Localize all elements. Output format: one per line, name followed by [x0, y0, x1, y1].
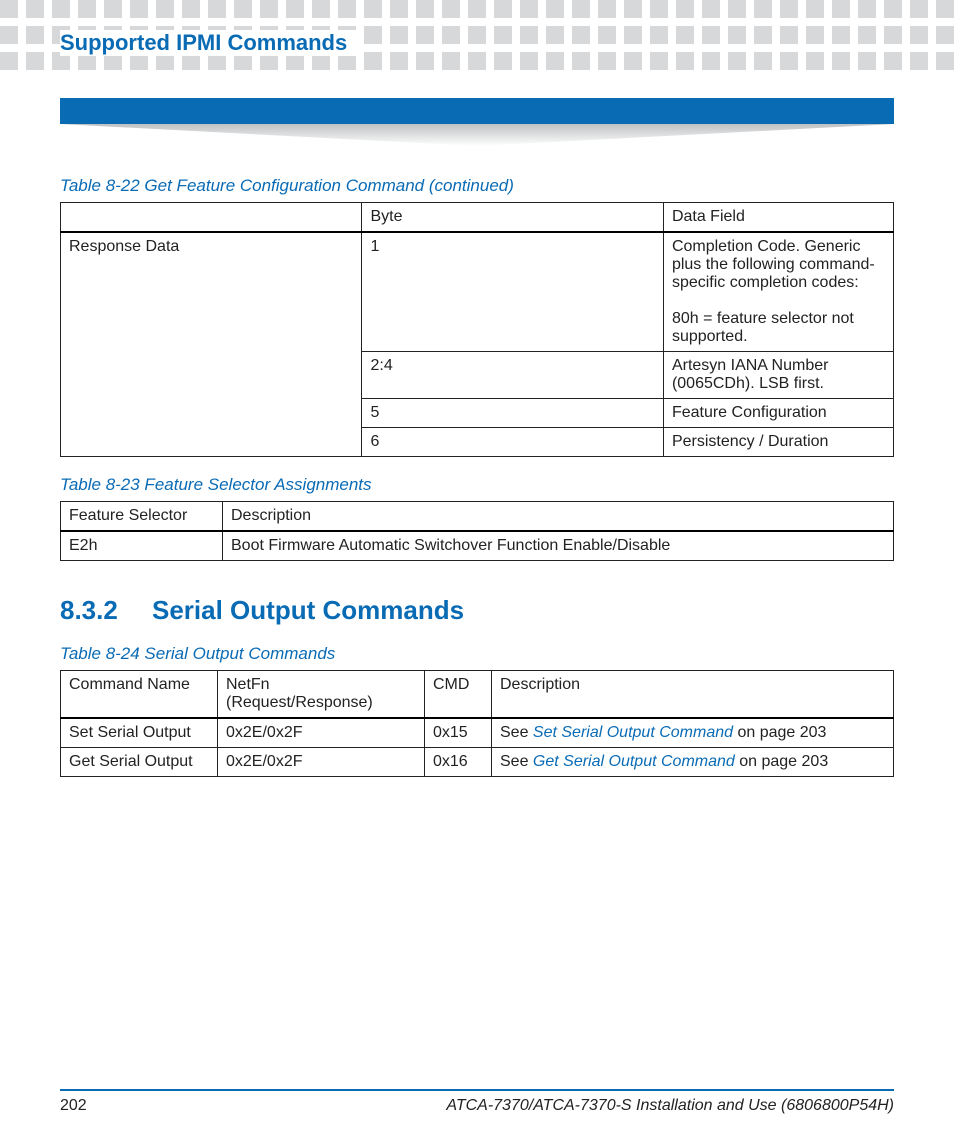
table-row: Response Data 1 Completion Code. Generic…	[61, 232, 894, 352]
table-header-cell: Command Name	[61, 671, 218, 719]
table-row: E2h Boot Firmware Automatic Switchover F…	[61, 531, 894, 561]
table-row: Get Serial Output 0x2E/0x2F 0x16 See Get…	[61, 748, 894, 777]
table-row: Byte Data Field	[61, 203, 894, 233]
table-8-24-caption: Table 8-24 Serial Output Commands	[60, 644, 894, 664]
table-cell: Artesyn IANA Number (0065CDh). LSB first…	[663, 352, 893, 399]
desc-text: See	[500, 753, 533, 770]
table-8-23: Feature Selector Description E2h Boot Fi…	[60, 501, 894, 561]
table-header-cell: NetFn (Request/Response)	[218, 671, 425, 719]
table-cell: Set Serial Output	[61, 718, 218, 748]
table-cell: Persistency / Duration	[663, 428, 893, 457]
table-cell: Get Serial Output	[61, 748, 218, 777]
table-cell: 6	[362, 428, 663, 457]
desc-text: See	[500, 724, 533, 741]
table-row: Set Serial Output 0x2E/0x2F 0x15 See Set…	[61, 718, 894, 748]
section-title: Serial Output Commands	[152, 595, 464, 626]
table-cell: 0x2E/0x2F	[218, 718, 425, 748]
table-8-23-caption: Table 8-23 Feature Selector Assignments	[60, 475, 894, 495]
xref-link[interactable]: Get Serial Output Command	[533, 753, 735, 770]
section-heading: 8.3.2 Serial Output Commands	[60, 595, 894, 626]
table-8-22: Byte Data Field Response Data 1 Completi…	[60, 202, 894, 457]
table-cell: 5	[362, 399, 663, 428]
desc-text: on page 203	[733, 724, 826, 741]
table-cell: 1	[362, 232, 663, 352]
table-cell: See Set Serial Output Command on page 20…	[492, 718, 894, 748]
table-8-24: Command Name NetFn (Request/Response) CM…	[60, 670, 894, 777]
table-header-cell: Byte	[362, 203, 663, 233]
table-cell: See Get Serial Output Command on page 20…	[492, 748, 894, 777]
table-cell: 0x16	[425, 748, 492, 777]
xref-link[interactable]: Set Serial Output Command	[533, 724, 733, 741]
table-cell: Response Data	[61, 232, 362, 457]
table-row: Feature Selector Description	[61, 502, 894, 532]
header-wedge	[60, 124, 894, 146]
table-8-22-caption: Table 8-22 Get Feature Configuration Com…	[60, 176, 894, 196]
table-header-cell: CMD	[425, 671, 492, 719]
table-cell: 0x2E/0x2F	[218, 748, 425, 777]
table-cell: 2:4	[362, 352, 663, 399]
table-cell: Feature Configuration	[663, 399, 893, 428]
table-cell: E2h	[61, 531, 223, 561]
table-cell: Boot Firmware Automatic Switchover Funct…	[223, 531, 894, 561]
table-header-cell	[61, 203, 362, 233]
table-header-cell: Description	[492, 671, 894, 719]
section-number: 8.3.2	[60, 595, 124, 626]
table-cell: 0x15	[425, 718, 492, 748]
document-id: ATCA-7370/ATCA-7370-S Installation and U…	[446, 1097, 894, 1115]
page-number: 202	[60, 1097, 87, 1115]
table-header-cell: Data Field	[663, 203, 893, 233]
page-footer: 202 ATCA-7370/ATCA-7370-S Installation a…	[60, 1089, 894, 1115]
header-blue-bar	[60, 98, 894, 124]
table-header-cell: Feature Selector	[61, 502, 223, 532]
desc-text: on page 203	[735, 753, 828, 770]
table-row: Command Name NetFn (Request/Response) CM…	[61, 671, 894, 719]
table-header-cell: Description	[223, 502, 894, 532]
chapter-title: Supported IPMI Commands	[60, 30, 359, 56]
table-cell: Completion Code. Generic plus the follow…	[663, 232, 893, 352]
